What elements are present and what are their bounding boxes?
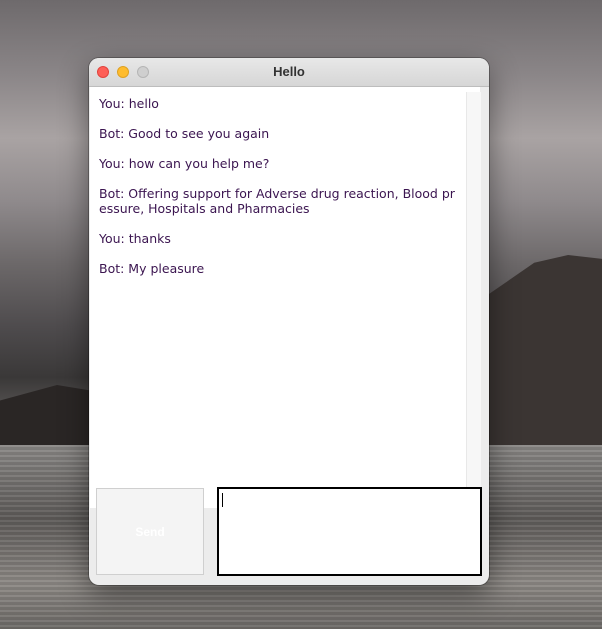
mountain-left bbox=[0, 385, 95, 447]
title-bar[interactable]: Hello bbox=[89, 58, 489, 87]
send-button[interactable]: Send bbox=[96, 488, 204, 575]
chat-message: Bot: Good to see you again bbox=[99, 126, 270, 141]
chat-window: Hello You: hello Bot: Good to see you ag… bbox=[89, 58, 489, 585]
chat-message: You: thanks bbox=[99, 231, 171, 246]
chat-message: You: hello bbox=[99, 96, 159, 111]
chat-message: Bot: Offering support for Adverse drug r… bbox=[99, 186, 455, 216]
chat-message: Bot: My pleasure bbox=[99, 261, 205, 276]
window-title: Hello bbox=[273, 64, 305, 79]
mountain-right bbox=[489, 255, 602, 450]
chat-log[interactable]: You: hello Bot: Good to see you again Yo… bbox=[90, 87, 481, 508]
message-input[interactable] bbox=[217, 487, 482, 576]
chat-message: You: how can you help me? bbox=[99, 156, 270, 171]
chat-scrollbar[interactable] bbox=[466, 92, 481, 503]
text-caret bbox=[222, 493, 223, 507]
